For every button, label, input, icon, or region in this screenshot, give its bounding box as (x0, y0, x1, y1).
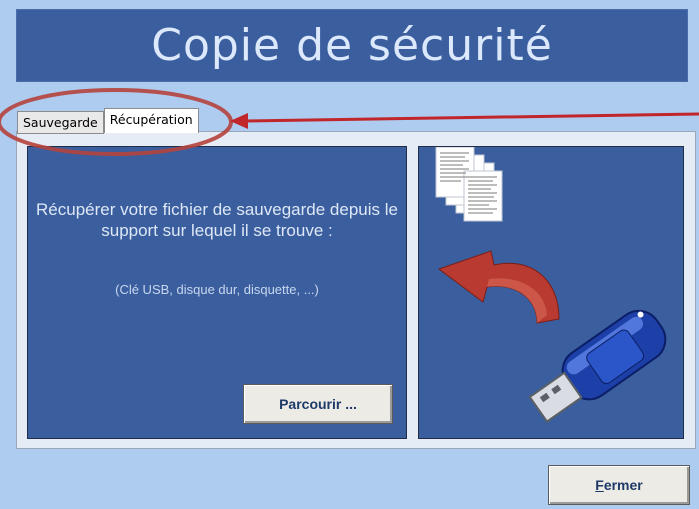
tab-recuperation[interactable]: Récupération (103, 108, 199, 133)
close-button[interactable]: Fermer (548, 465, 690, 505)
title-bar: Copie de sécurité (16, 9, 688, 82)
illustration (435, 146, 667, 423)
curved-arrow-icon (437, 250, 560, 324)
window-title: Copie de sécurité (151, 20, 553, 71)
annotation-arrow-icon (230, 112, 699, 129)
restore-description: Récupérer votre fichier de sauvegarde de… (36, 200, 398, 240)
media-hint: (Clé USB, disque dur, disquette, ...) (115, 282, 319, 297)
illustration-box (418, 146, 684, 439)
tab-sauvegarde[interactable]: Sauvegarde (17, 111, 104, 134)
close-accelerator: F (595, 477, 604, 493)
tab-strip: Sauvegarde Récupération (17, 108, 199, 134)
documents-icon (435, 146, 503, 222)
browse-button[interactable]: Parcourir ... (243, 384, 393, 424)
close-label-rest: ermer (603, 477, 643, 493)
